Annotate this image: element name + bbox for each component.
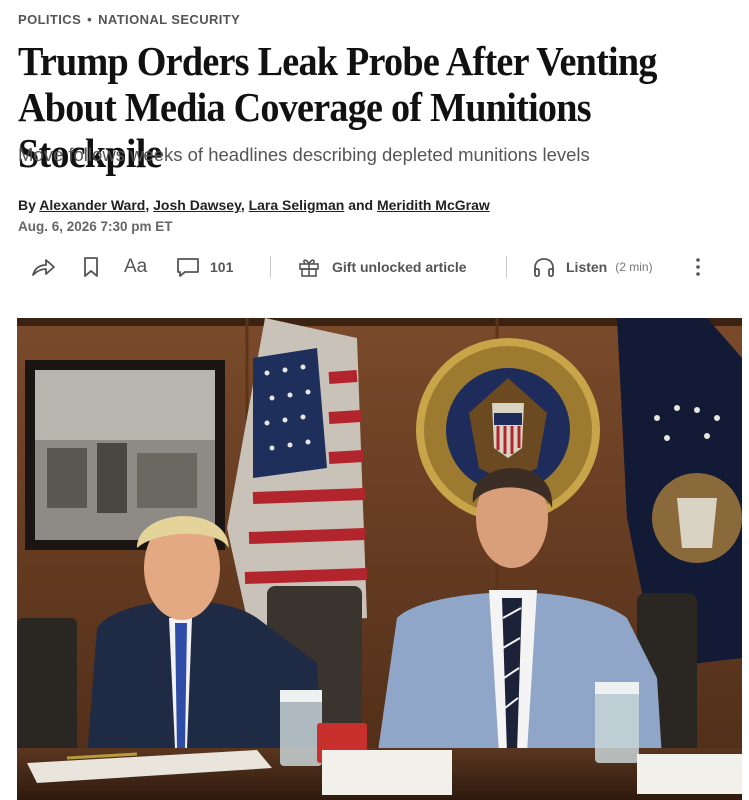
byline-comma: , (240, 197, 245, 213)
author-link[interactable]: Alexander Ward (39, 197, 145, 213)
byline-prefix: By (18, 197, 36, 213)
font-size-icon: Aa (124, 256, 148, 277)
listen-duration: (2 min) (615, 260, 653, 274)
bookmark-button[interactable] (82, 250, 100, 284)
font-size-button[interactable]: Aa (124, 250, 147, 284)
gift-icon (298, 256, 320, 278)
author-link[interactable]: Josh Dawsey (153, 197, 241, 213)
listen-label: Listen (566, 259, 608, 275)
article-kicker: POLITICS • NATIONAL SECURITY (18, 12, 240, 27)
hero-photo-illustration (17, 318, 742, 800)
comments-button[interactable]: 101 (176, 250, 233, 284)
publish-date: Aug. 6, 2026 7:30 pm ET (18, 219, 173, 234)
kicker-separator: • (87, 12, 93, 27)
gift-article-button[interactable]: Gift unlocked article (298, 250, 467, 284)
author-link[interactable]: Meridith McGraw (377, 197, 490, 213)
bookmark-icon (82, 256, 100, 278)
more-icon (694, 256, 702, 278)
byline-comma: , (145, 197, 150, 213)
comment-icon (176, 256, 200, 278)
comments-count: 101 (210, 259, 234, 275)
toolbar-divider (506, 256, 507, 278)
article-toolbar: Aa 101 Gift unlocked article Listen (2 m… (18, 250, 730, 284)
more-options-button[interactable] (694, 250, 702, 284)
share-icon (30, 256, 56, 278)
listen-button[interactable]: Listen (2 min) (532, 250, 653, 284)
section-link-national-security[interactable]: NATIONAL SECURITY (98, 12, 240, 27)
article-dek: Move follows weeks of headlines describi… (18, 144, 590, 165)
gift-article-label: Gift unlocked article (332, 259, 467, 275)
toolbar-divider (270, 256, 271, 278)
author-link[interactable]: Lara Seligman (249, 197, 345, 213)
byline-and: and (348, 197, 374, 213)
headphones-icon (532, 256, 556, 278)
hero-photo[interactable] (17, 318, 742, 800)
section-link-politics[interactable]: POLITICS (18, 12, 81, 27)
byline: By Alexander Ward, Josh Dawsey, Lara Sel… (18, 197, 490, 213)
share-button[interactable] (30, 250, 56, 284)
